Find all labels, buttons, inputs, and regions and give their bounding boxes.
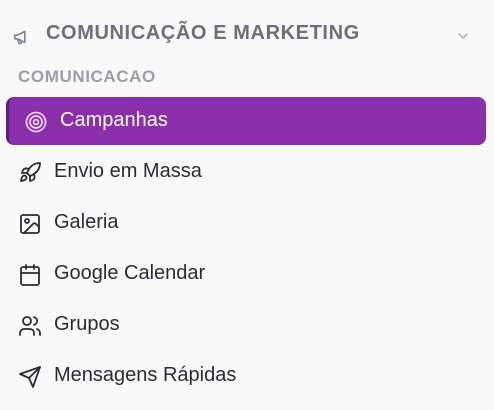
group-label-comunicacao: COMUNICACAO: [18, 67, 156, 86]
section-title: COMUNICAÇÃO E MARKETING: [46, 22, 360, 44]
menu-item-campanhas[interactable]: Campanhas: [6, 97, 486, 145]
menu-item-mensagens-rapidas[interactable]: Mensagens Rápidas: [6, 352, 486, 400]
menu-item-google-calendar[interactable]: Google Calendar: [6, 250, 486, 298]
sidebar: COMUNICAÇÃO E MARKETING COMUNICACAO Camp…: [0, 0, 494, 410]
menu-item-grupos[interactable]: Grupos: [6, 301, 486, 349]
menu-item-label: Campanhas: [60, 109, 168, 131]
rocket-icon: [20, 162, 41, 182]
send-icon: [19, 366, 41, 388]
menu-item-label: Google Calendar: [54, 262, 206, 284]
menu-item-label: Mensagens Rápidas: [54, 364, 237, 386]
menu-item-label: Galeria: [54, 211, 119, 233]
users-icon: [19, 316, 41, 336]
menu-item-envio-em-massa[interactable]: Envio em Massa: [6, 148, 486, 196]
image-icon: [20, 214, 40, 234]
menu-item-label: Grupos: [54, 313, 120, 335]
menu-item-label: Envio em Massa: [54, 160, 202, 182]
megaphone-icon: [13, 30, 26, 45]
chevron-down-icon[interactable]: [455, 28, 471, 44]
section-header-comunicacao-marketing[interactable]: COMUNICAÇÃO E MARKETING: [0, 14, 494, 58]
target-icon: [25, 111, 47, 133]
menu-item-galeria[interactable]: Galeria: [6, 199, 486, 247]
calendar-icon: [20, 264, 40, 286]
